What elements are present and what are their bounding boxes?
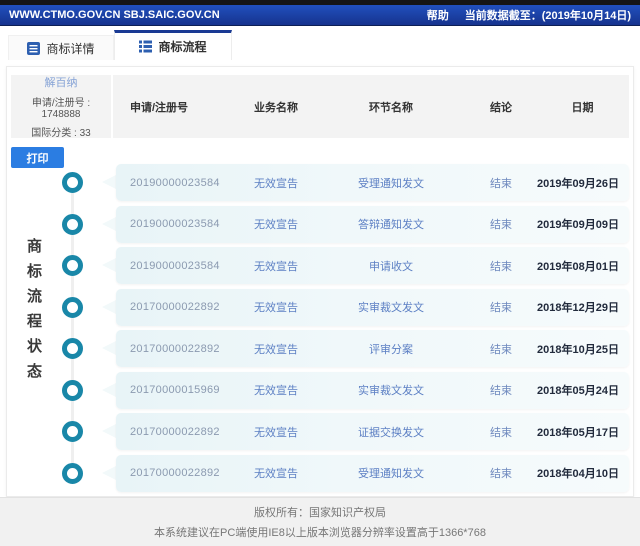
row-pointer-icon [102,299,116,314]
row-pointer-icon [102,424,116,438]
cell-conclusion: 结束 [490,385,512,397]
cell-date: 2018年05月17日 [537,426,619,439]
tab-label: 商标详情 [46,41,95,56]
cell-conclusion: 结束 [490,468,512,480]
process-row: 20190000023584 无效宣告 申请收文 结束 2019年08月01日 [7,247,629,284]
timeline-dot-icon [62,255,83,276]
process-row: 20170000022892 无效宣告 受理通知发文 结束 2018年04月10… [7,454,629,492]
page: WWW.CTMO.GOV.CN SBJ.SAIC.GOV.CN 帮助 当前数据截… [0,0,640,546]
cell-reg-number: 20170000022892 [130,342,220,355]
cell-reg-number: 20190000023584 [130,259,220,272]
cell-conclusion: 结束 [490,219,512,231]
tab-trademark-process[interactable]: 商标流程 [114,30,232,60]
cell-reg-number: 20170000015969 [130,384,220,396]
cell-business-name: 无效宣告 [254,426,298,439]
header-conclusion: 结论 [490,101,512,114]
header-business-name: 业务名称 [254,101,298,114]
process-row-card: 20170000022892 无效宣告 实审裁文发文 结束 2018年12月29… [116,288,629,326]
cell-business-name: 无效宣告 [254,302,298,314]
row-pointer-icon [102,175,116,189]
tab-bar: 商标详情 商标流程 [0,28,640,60]
tab-label: 商标流程 [158,40,207,54]
cell-conclusion: 结束 [490,260,512,273]
cell-business-name: 无效宣告 [254,385,298,397]
timeline-dot-icon [62,172,83,193]
cell-step-name: 评审分案 [369,343,413,356]
header-date: 日期 [571,101,594,114]
cell-date: 2018年05月24日 [537,385,619,397]
process-row-card: 20190000023584 无效宣告 申请收文 结束 2019年08月01日 [116,247,629,284]
process-row: 20190000023584 无效宣告 受理通知发文 结束 2019年09月26… [7,164,629,201]
process-row-card: 20190000023584 无效宣告 受理通知发文 结束 2019年09月26… [116,164,629,201]
cell-conclusion: 结束 [490,177,512,190]
timeline-dot-icon [62,213,83,235]
cell-conclusion: 结束 [490,302,512,314]
row-pointer-icon [102,382,116,397]
row-pointer-icon [102,341,116,355]
process-row: 20170000015969 无效宣告 实审裁文发文 结束 2018年05月24… [7,371,629,409]
cell-reg-number: 20170000022892 [130,425,220,438]
cell-date: 2018年12月29日 [537,302,619,314]
help-link[interactable]: 帮助 [427,7,449,23]
cell-step-name: 申请收文 [369,260,413,273]
process-row-card: 20170000022892 无效宣告 受理通知发文 结束 2018年04月10… [116,454,629,492]
header-reg-number: 申请/注册号 [130,101,189,114]
cell-reg-number: 20170000022892 [130,467,220,479]
site-urls: WWW.CTMO.GOV.CN SBJ.SAIC.GOV.CN [9,9,220,21]
list-icon [139,40,153,53]
cell-step-name: 受理通知发文 [358,468,424,480]
cell-step-name: 证据交换发文 [358,426,424,439]
cell-step-name: 答辩通知发文 [358,219,424,231]
trademark-intl-class: 国际分类 : 33 [31,128,91,139]
cell-conclusion: 结束 [490,343,512,356]
table-header: 申请/注册号 业务名称 环节名称 结论 日期 [113,75,629,138]
row-pointer-icon [102,258,116,272]
cell-step-name: 实审裁文发文 [358,385,424,397]
cell-business-name: 无效宣告 [254,343,298,356]
trademark-reg-number: 申请/注册号 : 1748888 [31,98,91,120]
process-panel: 解百纳 申请/注册号 : 1748888 国际分类 : 33 申请/注册号 业务… [6,66,634,497]
cell-date: 2019年09月26日 [537,177,619,190]
timeline-dot-icon [62,379,83,401]
row-pointer-icon [102,465,116,480]
header-step-name: 环节名称 [369,101,413,114]
cell-business-name: 无效宣告 [254,260,298,273]
page-footer: 版权所有：国家知识产权局 本系统建议在PC端使用IE8以上版本浏览器分辨率设置高… [0,497,640,546]
cell-date: 2019年09月09日 [537,219,619,231]
timeline-dot-icon [62,296,83,318]
process-row: 20170000022892 无效宣告 评审分案 结束 2018年10月25日 [7,330,629,367]
cell-date: 2018年04月10日 [537,468,619,480]
cell-business-name: 无效宣告 [254,177,298,190]
process-row: 20190000023584 无效宣告 答辩通知发文 结束 2019年09月09… [7,205,629,243]
cell-reg-number: 20190000023584 [130,176,220,189]
cell-date: 2019年08月01日 [537,260,619,273]
cell-reg-number: 20170000022892 [130,301,220,313]
cell-step-name: 受理通知发文 [358,177,424,190]
timeline-dot-icon [62,462,83,484]
row-pointer-icon [102,216,116,231]
data-as-of-label: 当前数据截至：(2019年10月14日) [464,10,631,22]
cell-business-name: 无效宣告 [254,468,298,480]
process-row-card: 20190000023584 无效宣告 答辩通知发文 结束 2019年09月09… [116,205,629,243]
top-navigation-bar: WWW.CTMO.GOV.CN SBJ.SAIC.GOV.CN 帮助 当前数据截… [0,5,640,26]
timeline-dot-icon [62,338,83,359]
process-row: 20170000022892 无效宣告 证据交换发文 结束 2018年05月17… [7,413,629,450]
trademark-name: 解百纳 [44,77,78,89]
browser-recommendation-text: 本系统建议在PC端使用IE8以上版本浏览器分辨率设置高于1366*768 [154,527,486,539]
process-row-card: 20170000022892 无效宣告 证据交换发文 结束 2018年05月17… [116,413,629,450]
process-row: 20170000022892 无效宣告 实审裁文发文 结束 2018年12月29… [7,288,629,326]
document-icon [27,41,41,55]
cell-reg-number: 20190000023584 [130,218,220,230]
cell-date: 2018年10月25日 [537,343,619,356]
tab-trademark-details[interactable]: 商标详情 [8,35,114,60]
trademark-info-box: 解百纳 申请/注册号 : 1748888 国际分类 : 33 [11,75,111,139]
cell-step-name: 实审裁文发文 [358,302,424,314]
cell-business-name: 无效宣告 [254,219,298,231]
process-row-card: 20170000015969 无效宣告 实审裁文发文 结束 2018年05月24… [116,371,629,409]
copyright-text: 版权所有：国家知识产权局 [254,507,386,519]
process-row-card: 20170000022892 无效宣告 评审分案 结束 2018年10月25日 [116,330,629,367]
cell-conclusion: 结束 [490,426,512,439]
timeline-dot-icon [62,421,83,442]
